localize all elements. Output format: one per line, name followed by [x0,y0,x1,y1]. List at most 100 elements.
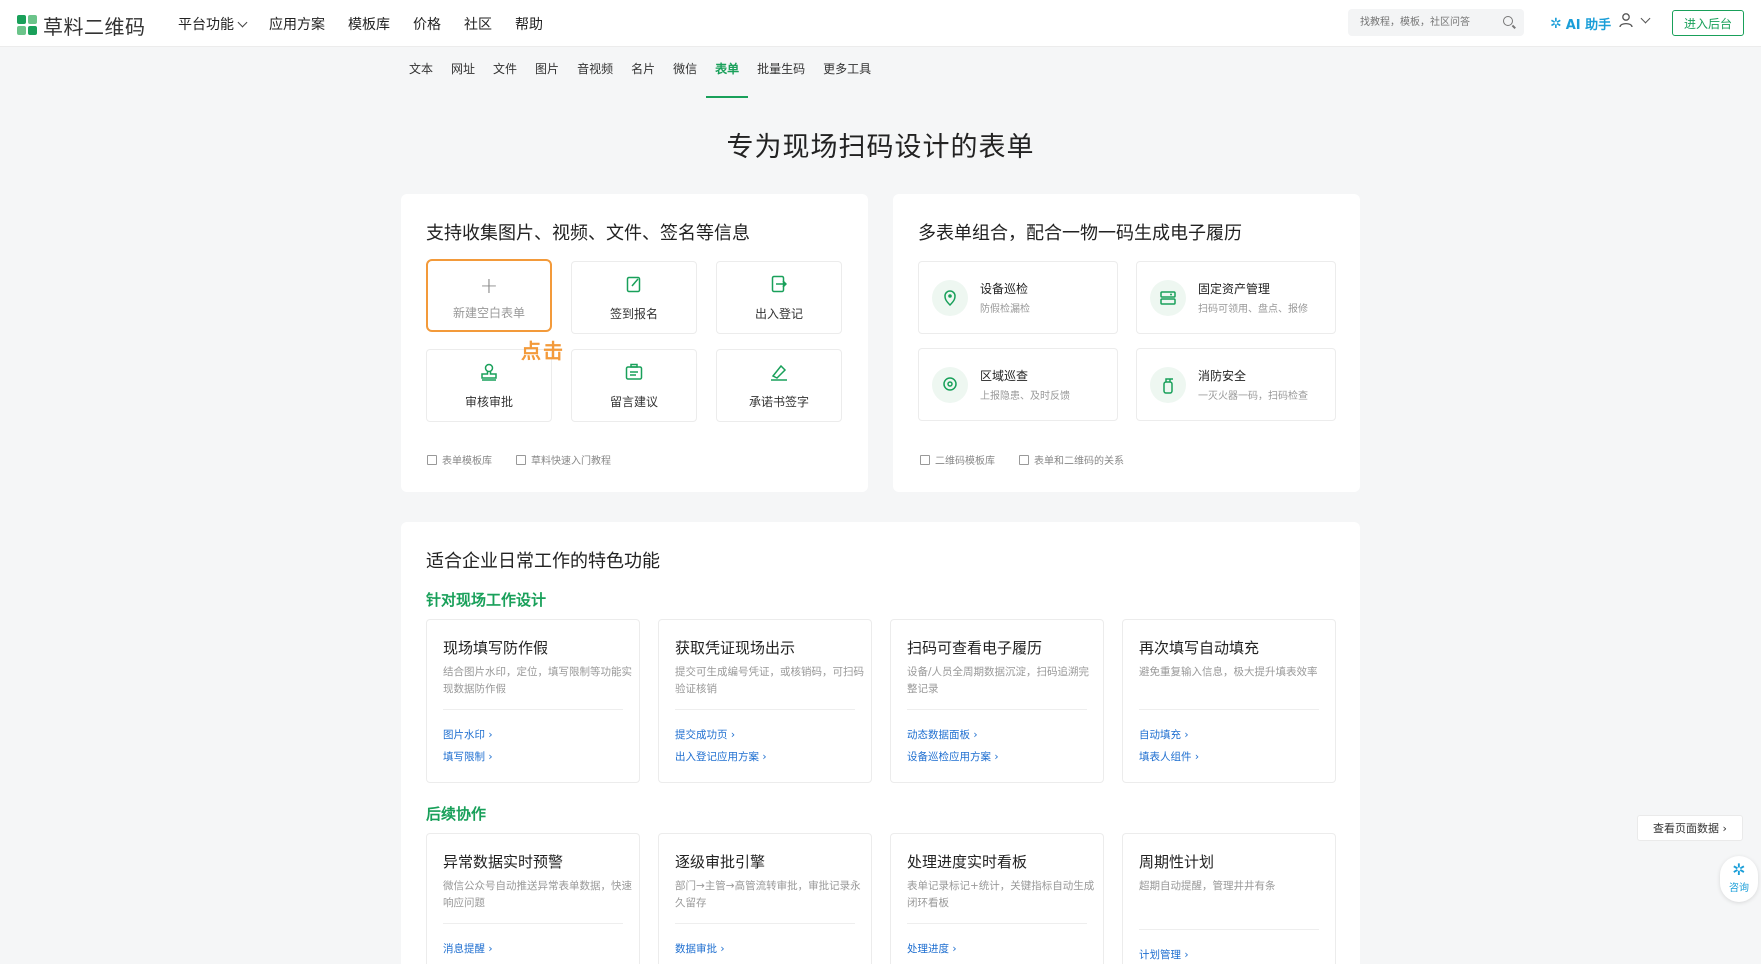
grid-icon [427,454,437,465]
feature-link[interactable]: 数据审批 › [675,941,725,956]
form-template-library-link[interactable]: 表单模板库 [427,452,492,467]
feature-desc: 表单记录标记+统计，关键指标自动生成闭环看板 [907,880,1095,909]
search-box [1348,9,1524,36]
feature-link[interactable]: 设备巡检应用方案 › [907,749,999,764]
feature-title: 周期性计划 [1139,853,1215,871]
link-label: 草料快速入门教程 [531,456,611,467]
view-page-data-button[interactable]: 查看页面数据 › [1637,815,1743,841]
feature-link[interactable]: 图片水印 › [443,727,493,742]
feature-title: 获取凭证现场出示 [675,639,796,657]
edit-icon [626,276,641,293]
feature-link[interactable]: 消息提醒 › [443,941,493,956]
combo-item-equipment-inspection[interactable]: 设备巡检 防假检漏检 [918,261,1118,334]
grid-icon [920,454,930,465]
feature-desc: 部门→主管→高管流转审批，审批记录永久留存 [675,880,861,909]
new-blank-form-tile[interactable]: + 新建空白表单 [426,259,552,332]
tab-wechat[interactable]: 微信 [664,60,706,86]
enter-dashboard-button[interactable]: 进入后台 [1672,10,1744,36]
feature-link[interactable]: 填写限制 › [443,749,493,764]
combo-item-fire-safety[interactable]: 消防安全 一灭火器一码，扫码检查 [1136,348,1336,421]
link-label: 二维码模板库 [935,456,995,467]
feature-card: 异常数据实时预警 微信公众号自动推送异常表单数据，快速响应问题 消息提醒 › [426,833,640,964]
logo[interactable]: 草料二维码 [17,11,146,40]
feature-link[interactable]: 动态数据面板 › [907,727,978,742]
feature-title: 异常数据实时预警 [443,853,564,871]
quick-start-tutorial-link[interactable]: 草料快速入门教程 [516,452,611,467]
tab-url[interactable]: 网址 [442,60,484,86]
combo-card: 多表单组合，配合一物一码生成电子履历 [893,194,1360,492]
tab-business-card[interactable]: 名片 [622,60,664,86]
nav-label: 模板库 [348,17,390,33]
form-qr-relation-link[interactable]: 表单和二维码的关系 [1019,452,1124,467]
collect-card-title: 支持收集图片、视频、文件、签名等信息 [426,223,750,244]
tile-feedback[interactable]: 留言建议 [571,349,697,422]
link-label: 表单和二维码的关系 [1034,456,1124,467]
feature-link[interactable]: 填表人组件 › [1139,749,1199,764]
feature-title: 扫码可查看电子履历 [907,639,1043,657]
search-icon[interactable] [1503,16,1513,26]
chevron-down-icon [1640,13,1651,23]
sparkle-icon: ✲ [1550,15,1562,32]
nav-label: 应用方案 [269,17,325,33]
sparkle-icon: ✲ [1732,860,1746,879]
qr-template-library-link[interactable]: 二维码模板库 [920,452,995,467]
feature-card: 扫码可查看电子履历 设备/人员全周期数据沉淀，扫码追溯完整记录 动态数据面板 ›… [890,619,1104,783]
combo-item-fixed-assets[interactable]: 固定资产管理 扫码可领用、盘点、报修 [1136,261,1336,334]
feature-desc: 避免重复输入信息，极大提升填表效率 [1139,666,1318,678]
tab-batch[interactable]: 批量生码 [748,60,814,86]
feature-card: 获取凭证现场出示 提交可生成编号凭证，或核销码，可扫码验证核销 提交成功页 › … [658,619,872,783]
feature-link[interactable]: 自动填充 › [1139,727,1189,742]
combo-title: 固定资产管理 [1198,282,1271,296]
click-hint: 点击 [521,339,565,363]
feature-card: 再次填写自动填充 避免重复输入信息，极大提升填表效率 自动填充 › 填表人组件 … [1122,619,1336,783]
nav-community[interactable]: 社区 [464,14,492,34]
stamp-icon [481,363,497,381]
tab-more-tools[interactable]: 更多工具 [814,60,880,86]
tab-form[interactable]: 表单 [706,60,749,98]
nav-platform-features[interactable]: 平台功能 [178,14,248,34]
nav-pricing[interactable]: 价格 [413,14,441,34]
feature-desc: 超期自动提醒，管理井井有条 [1139,880,1276,892]
nav-label: 社区 [464,17,492,33]
feature-desc: 提交可生成编号凭证，或核销码，可扫码验证核销 [675,666,864,695]
tile-label: 留言建议 [609,395,658,409]
tab-file[interactable]: 文件 [484,60,526,86]
nav-solutions[interactable]: 应用方案 [269,14,325,34]
top-header: 草料二维码 平台功能 应用方案 模板库 价格 社区 帮助 ✲ AI 助手 进入后… [0,0,1761,47]
feature-link[interactable]: 计划管理 › [1139,947,1189,962]
map-pin-icon [943,377,957,391]
link-label: 表单模板库 [442,456,492,467]
consult-button[interactable]: ✲ 咨询 [1720,856,1758,902]
tile-label: 签到报名 [609,307,658,321]
combo-title: 区域巡查 [980,369,1029,383]
tile-label: 承诺书签字 [748,395,809,409]
feature-card: 周期性计划 超期自动提醒，管理井井有条 计划管理 › [1122,833,1336,964]
location-pin-icon [944,290,956,307]
book-icon [516,454,526,465]
nav-templates[interactable]: 模板库 [348,14,390,34]
tab-audio-video[interactable]: 音视频 [568,60,622,86]
tile-access-log[interactable]: 出入登记 [716,261,842,334]
feature-link[interactable]: 处理进度 › [907,941,957,956]
feature-link[interactable]: 提交成功页 › [675,727,735,742]
tab-image[interactable]: 图片 [526,60,568,86]
feature-card: 处理进度实时看板 表单记录标记+统计，关键指标自动生成闭环看板 处理进度 › [890,833,1104,964]
combo-desc: 上报隐患、及时反馈 [980,391,1070,402]
section-heading-collaboration: 后续协作 [426,805,487,823]
logo-text: 草料二维码 [43,15,146,39]
user-menu[interactable] [1618,12,1651,28]
search-input[interactable] [1348,9,1498,36]
combo-item-area-patrol[interactable]: 区域巡查 上报隐患、及时反馈 [918,348,1118,421]
tile-signature[interactable]: 承诺书签字 [716,349,842,422]
nav-help[interactable]: 帮助 [515,14,543,34]
tab-text[interactable]: 文本 [400,60,442,86]
feature-title: 再次填写自动填充 [1139,639,1260,657]
tile-label: 审核审批 [464,395,513,409]
copy-icon [1019,454,1029,465]
ai-assistant-button[interactable]: ✲ AI 助手 [1550,14,1611,34]
tile-signup[interactable]: 签到报名 [571,261,697,334]
consult-label: 咨询 [1729,883,1749,894]
feature-link[interactable]: 出入登记应用方案 › [675,749,767,764]
fire-extinguisher-icon [1163,378,1173,394]
feature-desc: 设备/人员全周期数据沉淀，扫码追溯完整记录 [907,666,1090,695]
